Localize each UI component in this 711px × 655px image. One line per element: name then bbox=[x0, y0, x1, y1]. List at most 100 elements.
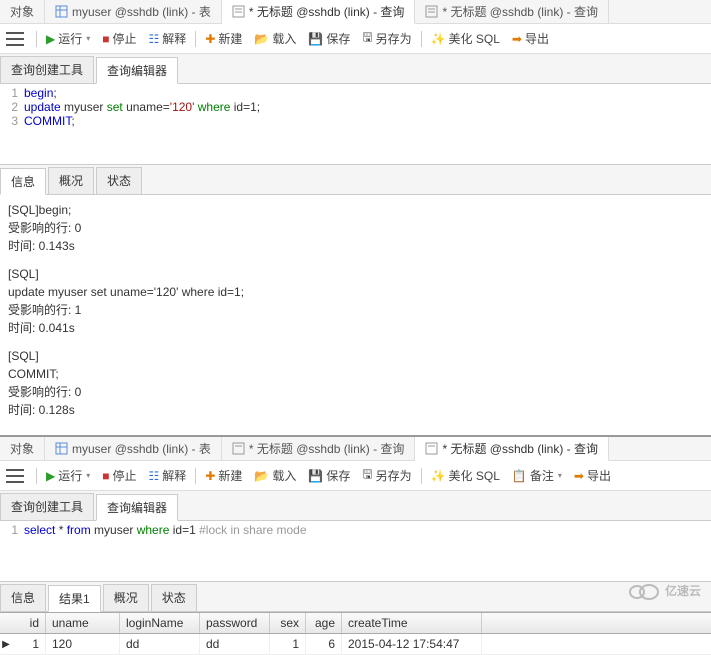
cell-password[interactable]: dd bbox=[200, 634, 270, 654]
beautify-button[interactable]: ✨美化 SQL bbox=[426, 27, 505, 50]
load-button[interactable]: 📂载入 bbox=[249, 27, 301, 50]
cell-loginname[interactable]: dd bbox=[120, 634, 200, 654]
stop-icon: ■ bbox=[102, 32, 109, 46]
col-uname[interactable]: uname bbox=[46, 613, 120, 633]
save-icon: 💾 bbox=[308, 32, 323, 46]
cloud-icon bbox=[627, 580, 661, 600]
win-tab-table[interactable]: myuser @sshdb (link) - 表 bbox=[45, 437, 222, 460]
result-grid: id uname loginName password sex age crea… bbox=[0, 612, 711, 655]
message-pane: [SQL]begin;受影响的行: 0时间: 0.143s[SQL]update… bbox=[0, 195, 711, 435]
new-button[interactable]: ✚新建 bbox=[200, 27, 247, 50]
top-sql-editor[interactable]: 1begin;2update myuser set uname='120' wh… bbox=[0, 84, 711, 164]
cell-createtime[interactable]: 2015-04-12 17:54:47 bbox=[342, 634, 482, 654]
separator bbox=[195, 31, 196, 47]
win-tab-objects[interactable]: 对象 bbox=[0, 0, 45, 23]
col-loginname[interactable]: loginName bbox=[120, 613, 200, 633]
col-password[interactable]: password bbox=[200, 613, 270, 633]
bottom-subtabs: 查询创建工具 查询编辑器 bbox=[0, 491, 711, 521]
query-icon bbox=[425, 442, 438, 455]
chevron-down-icon: ▾ bbox=[86, 471, 90, 480]
top-toolbar: ▶运行▾ ■停止 ☷解释 ✚新建 📂载入 💾保存 🖫另存为 ✨美化 SQL ➡导… bbox=[0, 24, 711, 54]
stop-button[interactable]: ■停止 bbox=[97, 464, 141, 487]
saveas-button[interactable]: 🖫另存为 bbox=[357, 25, 416, 52]
table-icon bbox=[55, 5, 68, 18]
bottom-toolbar: ▶运行▾ ■停止 ☷解释 ✚新建 📂载入 💾保存 🖫另存为 ✨美化 SQL 📋备… bbox=[0, 461, 711, 491]
rtab-profile[interactable]: 概况 bbox=[103, 584, 149, 611]
col-id[interactable]: id bbox=[12, 613, 46, 633]
subtab-builder[interactable]: 查询创建工具 bbox=[0, 493, 94, 520]
export-icon: ➡ bbox=[512, 32, 522, 46]
separator bbox=[36, 468, 37, 484]
cell-age[interactable]: 6 bbox=[306, 634, 342, 654]
rtab-status[interactable]: 状态 bbox=[151, 584, 197, 611]
row-indicator-icon: ▶ bbox=[0, 639, 12, 650]
separator bbox=[421, 31, 422, 47]
tab-label: * 无标题 @sshdb (link) - 查询 bbox=[249, 3, 405, 20]
separator bbox=[36, 31, 37, 47]
query-icon bbox=[232, 5, 245, 18]
beautify-button[interactable]: ✨美化 SQL bbox=[426, 464, 505, 487]
separator bbox=[421, 468, 422, 484]
tab-label: * 无标题 @sshdb (link) - 查询 bbox=[442, 3, 598, 20]
col-createtime[interactable]: createTime bbox=[342, 613, 482, 633]
cell-id[interactable]: 1 bbox=[12, 634, 46, 654]
win-tab-query-2[interactable]: * 无标题 @sshdb (link) - 查询 bbox=[415, 437, 609, 461]
notes-icon: 📋 bbox=[512, 469, 527, 483]
rtab-info[interactable]: 信息 bbox=[0, 168, 46, 195]
bottom-window-tabs: 对象 myuser @sshdb (link) - 表 * 无标题 @sshdb… bbox=[0, 437, 711, 461]
explain-icon: ☷ bbox=[149, 32, 160, 46]
menu-button[interactable] bbox=[6, 32, 24, 46]
play-icon: ▶ bbox=[46, 32, 55, 46]
run-button[interactable]: ▶运行▾ bbox=[41, 27, 95, 50]
cell-sex[interactable]: 1 bbox=[270, 634, 306, 654]
grid-header: id uname loginName password sex age crea… bbox=[0, 613, 711, 634]
saveas-icon: 🖫 bbox=[362, 28, 372, 49]
subtab-editor[interactable]: 查询编辑器 bbox=[96, 57, 178, 84]
win-tab-query-2[interactable]: * 无标题 @sshdb (link) - 查询 bbox=[415, 0, 609, 23]
query-icon bbox=[425, 5, 438, 18]
saveas-icon: 🖫 bbox=[362, 465, 372, 486]
load-button[interactable]: 📂载入 bbox=[249, 464, 301, 487]
separator bbox=[195, 468, 196, 484]
stop-icon: ■ bbox=[102, 469, 109, 483]
watermark-text: 亿速云 bbox=[665, 582, 701, 599]
save-icon: 💾 bbox=[308, 469, 323, 483]
rtab-result1[interactable]: 结果1 bbox=[48, 585, 101, 612]
table-row[interactable]: ▶ 1 120 dd dd 1 6 2015-04-12 17:54:47 bbox=[0, 634, 711, 655]
export-button[interactable]: ➡导出 bbox=[569, 464, 616, 487]
col-sex[interactable]: sex bbox=[270, 613, 306, 633]
new-icon: ✚ bbox=[205, 469, 215, 483]
save-button[interactable]: 💾保存 bbox=[303, 27, 355, 50]
rtab-info[interactable]: 信息 bbox=[0, 584, 46, 611]
save-button[interactable]: 💾保存 bbox=[303, 464, 355, 487]
subtab-builder[interactable]: 查询创建工具 bbox=[0, 56, 94, 83]
explain-button[interactable]: ☷解释 bbox=[144, 464, 192, 487]
export-button[interactable]: ➡导出 bbox=[507, 27, 554, 50]
win-tab-query-1[interactable]: * 无标题 @sshdb (link) - 查询 bbox=[222, 0, 416, 24]
notes-button[interactable]: 📋备注▾ bbox=[507, 464, 567, 487]
row-selector-head bbox=[0, 613, 12, 633]
stop-button[interactable]: ■停止 bbox=[97, 27, 141, 50]
bottom-panel: 对象 myuser @sshdb (link) - 表 * 无标题 @sshdb… bbox=[0, 435, 711, 655]
explain-button[interactable]: ☷解释 bbox=[144, 27, 192, 50]
rtab-status[interactable]: 状态 bbox=[96, 167, 142, 194]
table-icon bbox=[55, 442, 68, 455]
subtab-editor[interactable]: 查询编辑器 bbox=[96, 494, 178, 521]
bottom-sql-editor[interactable]: 1select * from myuser where id=1 #lock i… bbox=[0, 521, 711, 581]
rtab-profile[interactable]: 概况 bbox=[48, 167, 94, 194]
bottom-result-tabs: 信息 结果1 概况 状态 bbox=[0, 581, 711, 612]
win-tab-query-1[interactable]: * 无标题 @sshdb (link) - 查询 bbox=[222, 437, 416, 460]
menu-button[interactable] bbox=[6, 469, 24, 483]
cell-uname[interactable]: 120 bbox=[46, 634, 120, 654]
query-icon bbox=[232, 442, 245, 455]
run-button[interactable]: ▶运行▾ bbox=[41, 464, 95, 487]
saveas-button[interactable]: 🖫另存为 bbox=[357, 462, 416, 489]
top-subtabs: 查询创建工具 查询编辑器 bbox=[0, 54, 711, 84]
top-panel: 对象 myuser @sshdb (link) - 表 * 无标题 @sshdb… bbox=[0, 0, 711, 435]
col-age[interactable]: age bbox=[306, 613, 342, 633]
win-tab-objects[interactable]: 对象 bbox=[0, 437, 45, 460]
win-tab-table[interactable]: myuser @sshdb (link) - 表 bbox=[45, 0, 222, 23]
new-button[interactable]: ✚新建 bbox=[200, 464, 247, 487]
explain-icon: ☷ bbox=[149, 469, 160, 483]
export-icon: ➡ bbox=[574, 469, 584, 483]
